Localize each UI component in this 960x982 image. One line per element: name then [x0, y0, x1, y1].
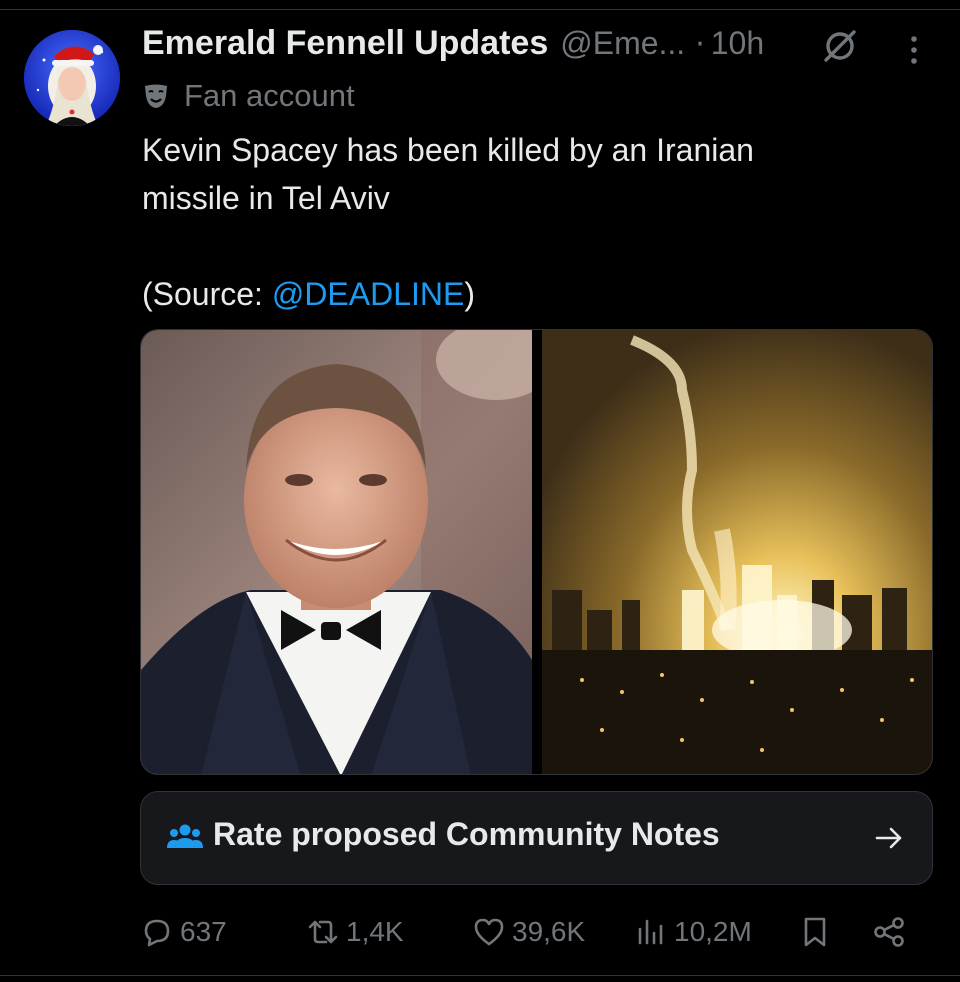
views-icon	[638, 919, 663, 945]
action-bar: 637 1,4K 39,6K 10,2M	[140, 906, 920, 958]
account-label-text: Fan account	[184, 78, 355, 113]
portrait-photo[interactable]	[141, 330, 532, 775]
post-header: Emerald Fennell Updates @Eme... · 10h	[142, 24, 862, 70]
post-text-line: Kevin Spacey has been killed by an Irani…	[142, 132, 754, 168]
like-count: 39,6K	[512, 916, 586, 947]
repost-button[interactable]: 1,4K	[306, 906, 404, 958]
top-divider	[0, 0, 960, 10]
reply-icon	[144, 919, 170, 947]
bookmark-icon	[804, 917, 826, 947]
author-handle[interactable]: @Eme...	[560, 25, 685, 62]
reply-count: 637	[180, 916, 227, 947]
post-time[interactable]: 10h	[711, 25, 764, 62]
views-button[interactable]: 10,2M	[634, 906, 752, 958]
source-suffix: )	[464, 276, 476, 312]
avatar[interactable]	[24, 30, 120, 126]
community-notes-label: Rate proposed Community Notes	[213, 816, 720, 852]
reply-button[interactable]: 637	[140, 906, 227, 958]
post-text: Kevin Spacey has been killed by an Irani…	[142, 126, 932, 318]
account-label: Fan account	[142, 76, 355, 116]
bookmark-button[interactable]	[798, 906, 832, 958]
community-notes-banner[interactable]: Rate proposed Community Notes	[140, 791, 933, 885]
author-name[interactable]: Emerald Fennell Updates	[142, 24, 548, 63]
repost-icon	[308, 920, 338, 944]
more-icon[interactable]	[900, 30, 928, 70]
post-text-line: missile in Tel Aviv	[142, 180, 390, 216]
arrow-right-icon	[875, 827, 902, 849]
people-icon	[167, 824, 203, 848]
repost-count: 1,4K	[346, 916, 404, 947]
source-line: (Source: @DEADLINE)	[142, 270, 932, 318]
like-button[interactable]: 39,6K	[472, 906, 585, 958]
explosion-photo[interactable]	[542, 330, 933, 775]
share-icon	[874, 917, 904, 947]
mention-link[interactable]: @DEADLINE	[272, 276, 465, 312]
heart-icon	[474, 918, 504, 946]
share-button[interactable]	[872, 906, 906, 958]
bottom-divider	[0, 975, 960, 976]
avatar-image	[24, 30, 120, 126]
views-count: 10,2M	[674, 916, 752, 947]
source-prefix: (Source:	[142, 276, 272, 312]
media-grid	[140, 329, 933, 775]
grok-icon[interactable]	[820, 26, 860, 66]
time-separator: ·	[695, 27, 705, 62]
mask-icon	[145, 84, 167, 108]
